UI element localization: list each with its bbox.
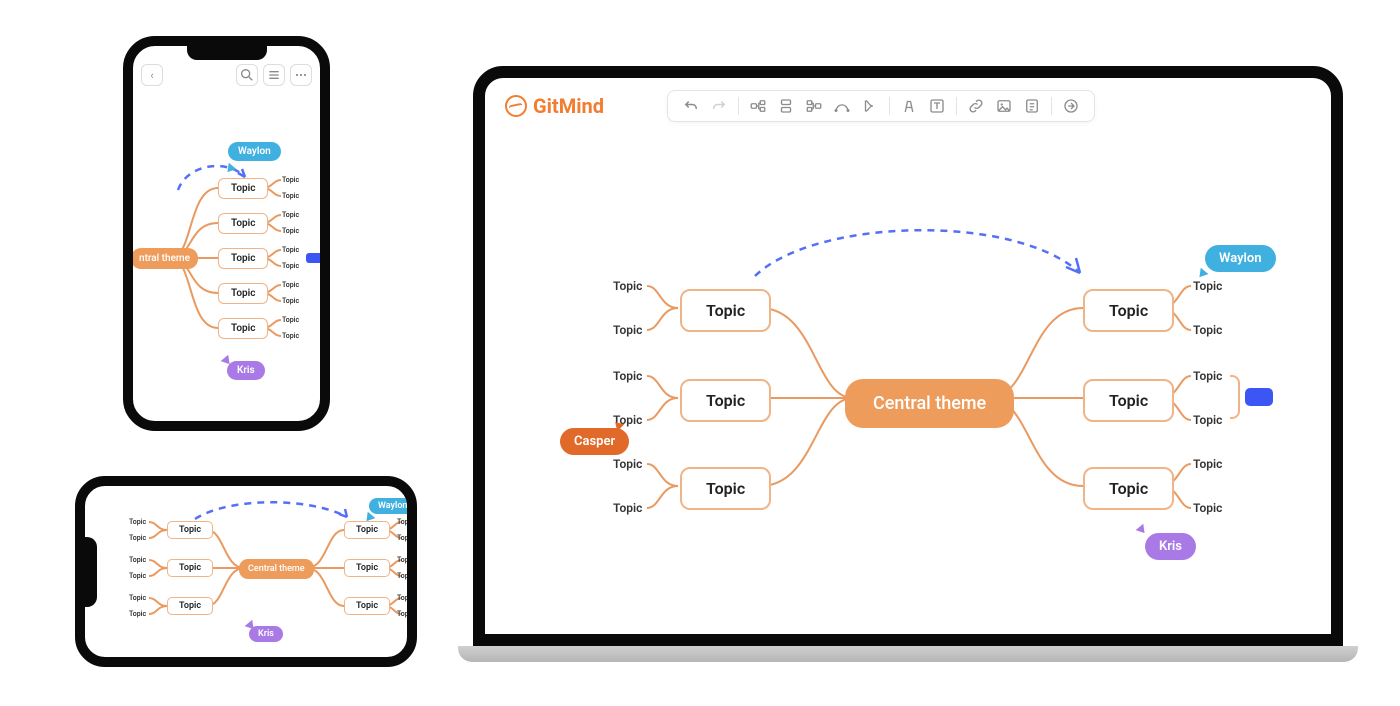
subtopic-label[interactable]: Topic xyxy=(282,297,299,305)
central-node[interactable]: Central theme xyxy=(845,379,1014,428)
topic-node[interactable]: Topic xyxy=(1083,467,1174,510)
topic-node[interactable]: Topic xyxy=(167,597,213,615)
cursor-badge-casper: Casper xyxy=(560,428,629,455)
subtopic-label[interactable]: Topic xyxy=(613,323,642,337)
topic-node[interactable]: Topic xyxy=(1083,379,1174,422)
cursor-badge-kris: Kris xyxy=(227,361,265,380)
laptop-base xyxy=(458,646,1358,662)
phone-portrait-device: ‹ xyxy=(123,36,330,431)
relation-icon[interactable] xyxy=(833,97,851,115)
subtopic-label[interactable]: Topic xyxy=(1193,323,1222,337)
back-button[interactable]: ‹ xyxy=(141,64,163,86)
cursor-badge-waylon: Waylon xyxy=(228,142,281,161)
subtopic-label[interactable]: Topic xyxy=(129,594,146,602)
link-icon[interactable] xyxy=(967,97,985,115)
subtopic-label[interactable]: Topic xyxy=(282,262,299,270)
subtopic-label[interactable]: Topic xyxy=(397,518,414,526)
image-icon[interactable] xyxy=(995,97,1013,115)
subtopic-label[interactable]: Topic xyxy=(1193,413,1222,427)
subtopic-label[interactable]: Topic xyxy=(282,281,299,289)
summary-chip[interactable] xyxy=(306,253,322,263)
share-icon[interactable] xyxy=(1062,97,1080,115)
topic-node[interactable]: Topic xyxy=(680,379,771,422)
subtopic-label[interactable]: Topic xyxy=(397,534,414,542)
subtopic-label[interactable]: Topic xyxy=(282,176,299,184)
topic-node[interactable]: Topic xyxy=(680,289,771,332)
summary-icon[interactable] xyxy=(861,97,879,115)
logo-icon xyxy=(505,95,527,117)
topic-node[interactable]: Topic xyxy=(344,597,390,615)
topic-node[interactable]: Topic xyxy=(218,178,268,199)
mindmap-canvas[interactable]: Central theme Topic Topic Topic Topic To… xyxy=(485,153,1331,634)
topic-node[interactable]: Topic xyxy=(680,467,771,510)
subtopic-label[interactable]: Topic xyxy=(282,227,299,235)
subtopic-label[interactable]: Topic xyxy=(397,610,414,618)
subtopic-label[interactable]: Topic xyxy=(613,279,642,293)
subtopic-label[interactable]: Topic xyxy=(129,572,146,580)
subtopic-label[interactable]: Topic xyxy=(129,518,146,526)
subtopic-label[interactable]: Topic xyxy=(282,211,299,219)
subtopic-label[interactable]: Topic xyxy=(1193,279,1222,293)
subtopic-label[interactable]: Topic xyxy=(282,192,299,200)
mindmap-canvas[interactable]: Central theme Topic Topic Topic Topic To… xyxy=(99,494,401,649)
subtopic-label[interactable]: Topic xyxy=(1193,457,1222,471)
subtopic-label[interactable]: Topic xyxy=(1193,501,1222,515)
subtopic-label[interactable]: Topic xyxy=(397,594,414,602)
list-icon[interactable] xyxy=(263,64,285,86)
central-node[interactable]: ntral theme xyxy=(131,248,198,269)
phone-landscape-device: Central theme Topic Topic Topic Topic To… xyxy=(75,476,417,667)
topic-node[interactable]: Topic xyxy=(344,559,390,577)
toolbar-divider xyxy=(738,97,739,115)
laptop-device: GitMind xyxy=(473,66,1343,686)
phone-toolbar: ‹ xyxy=(141,64,312,86)
app-window: GitMind xyxy=(473,66,1343,646)
text-icon[interactable] xyxy=(928,97,946,115)
subtopic-label[interactable]: Topic xyxy=(129,534,146,542)
central-node[interactable]: Central theme xyxy=(239,559,314,579)
cursor-badge-kris: Kris xyxy=(1145,533,1196,560)
topic-node[interactable]: Topic xyxy=(344,521,390,539)
subtopic-label[interactable]: Topic xyxy=(397,572,414,580)
mindmap-canvas[interactable]: ntral theme Topic Topic Topic Topic Topi… xyxy=(133,100,320,421)
toolbar-divider xyxy=(889,97,890,115)
subtopic-label[interactable]: Topic xyxy=(129,556,146,564)
subtopic-icon[interactable] xyxy=(749,97,767,115)
subtopic-label[interactable]: Topic xyxy=(282,332,299,340)
toolbar xyxy=(667,90,1095,122)
subtopic-label[interactable]: Topic xyxy=(397,556,414,564)
subtopic-label[interactable]: Topic xyxy=(613,501,642,515)
topic-node[interactable]: Topic xyxy=(167,559,213,577)
brand-name: GitMind xyxy=(533,94,604,118)
topic-node[interactable]: Topic xyxy=(1083,289,1174,332)
subtopic-label[interactable]: Topic xyxy=(129,610,146,618)
format-icon[interactable] xyxy=(900,97,918,115)
app-logo[interactable]: GitMind xyxy=(505,94,604,118)
undo-icon[interactable] xyxy=(682,97,700,115)
cursor-badge-waylon: Waylon xyxy=(1205,245,1276,272)
toolbar-divider xyxy=(956,97,957,115)
toolbar-divider xyxy=(1051,97,1052,115)
app-header: GitMind xyxy=(485,78,1331,134)
parent-icon[interactable] xyxy=(805,97,823,115)
more-icon[interactable] xyxy=(290,64,312,86)
subtopic-label[interactable]: Topic xyxy=(613,457,642,471)
summary-chip[interactable] xyxy=(1245,388,1273,406)
summary-bracket xyxy=(1230,375,1240,419)
topic-node[interactable]: Topic xyxy=(218,318,268,339)
topic-node[interactable]: Topic xyxy=(167,521,213,539)
subtopic-label[interactable]: Topic xyxy=(282,246,299,254)
subtopic-label[interactable]: Topic xyxy=(1193,369,1222,383)
search-icon[interactable] xyxy=(236,64,258,86)
topic-node[interactable]: Topic xyxy=(218,283,268,304)
redo-icon[interactable] xyxy=(710,97,728,115)
cursor-badge-waylon: Waylon xyxy=(369,498,416,514)
topic-node[interactable]: Topic xyxy=(218,213,268,234)
note-icon[interactable] xyxy=(1023,97,1041,115)
topic-node[interactable]: Topic xyxy=(218,248,268,269)
subtopic-label[interactable]: Topic xyxy=(613,369,642,383)
subtopic-label[interactable]: Topic xyxy=(282,316,299,324)
sibling-icon[interactable] xyxy=(777,97,795,115)
